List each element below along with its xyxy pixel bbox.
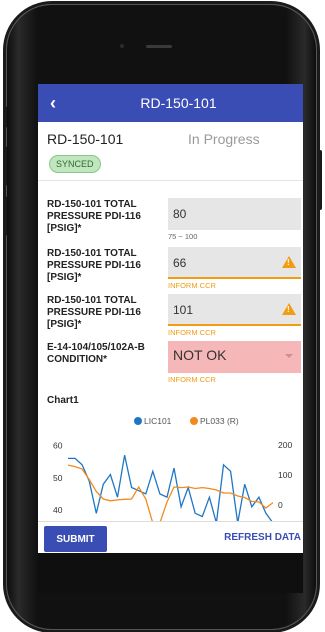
footer-bar: SUBMIT REFRESH DATA [38, 521, 303, 553]
series-line-lic101 [68, 455, 274, 524]
series-line-pl033-r- [67, 464, 274, 524]
legend-swatch [190, 417, 198, 425]
field-hint: INFORM CCR [168, 328, 216, 337]
app-screen: ‹ RD-150-101 RD-150-101 In Progress SYNC… [38, 84, 303, 553]
warning-icon: ! [282, 256, 296, 268]
warning-icon: ! [282, 303, 296, 315]
line-chart: LIC101 PL033 (R) 40 50 60 0 100 200 [53, 416, 292, 524]
phone-power-button [318, 150, 322, 210]
field-label: E-14-104/105/102A-B CONDITION* [47, 342, 145, 365]
phone-camera [120, 44, 124, 48]
field-hint: INFORM CCR [168, 281, 216, 290]
phone-silent-switch [3, 106, 7, 128]
app-bar: ‹ RD-150-101 [38, 84, 303, 122]
submit-button[interactable]: SUBMIT [44, 526, 107, 552]
y-left-tick-label: 60 [53, 440, 63, 450]
record-status: In Progress [188, 131, 260, 147]
y-right-tick-label: 200 [278, 440, 292, 450]
chevron-down-icon [285, 354, 293, 358]
record-id: RD-150-101 [47, 131, 124, 147]
field-hint: 75 ~ 100 [168, 232, 198, 241]
y-right-tick-label: 0 [278, 500, 283, 510]
legend-label: LIC101 [144, 416, 172, 426]
pressure-input-3[interactable]: 101 ! [168, 294, 301, 326]
chevron-left-icon[interactable]: ‹ [50, 93, 56, 114]
field-hint: INFORM CCR [168, 375, 216, 384]
status-badge: SYNCED [49, 155, 101, 173]
field-label: RD-150-101 TOTAL PRESSURE PDI-116 [PSIG]… [47, 295, 141, 330]
pressure-input-1[interactable]: 80 [168, 198, 301, 230]
page-title: RD-150-101 [140, 95, 217, 111]
legend-swatch [134, 417, 142, 425]
condition-select[interactable]: NOT OK [168, 341, 301, 373]
refresh-data-button[interactable]: REFRESH DATA [224, 532, 301, 543]
chart-title: Chart1 [47, 395, 79, 406]
field-value: NOT OK [173, 347, 227, 363]
field-label: RD-150-101 TOTAL PRESSURE PDI-116 [PSIG]… [47, 248, 141, 283]
phone-volume-up-button [3, 146, 7, 186]
phone-volume-down-button [3, 196, 7, 236]
phone-bottom-bezel [38, 553, 303, 593]
pressure-input-2[interactable]: 66 ! [168, 247, 301, 279]
field-value: 66 [173, 256, 187, 270]
y-left-tick-label: 50 [53, 473, 63, 483]
legend-label: PL033 (R) [200, 416, 239, 426]
field-value: 101 [173, 303, 194, 317]
y-left-tick-label: 40 [53, 505, 63, 515]
phone-speaker [146, 45, 172, 48]
record-header: RD-150-101 In Progress SYNCED [38, 122, 303, 181]
y-right-tick-label: 100 [278, 470, 292, 480]
field-label: RD-150-101 TOTAL PRESSURE PDI-116 [PSIG]… [47, 199, 141, 234]
